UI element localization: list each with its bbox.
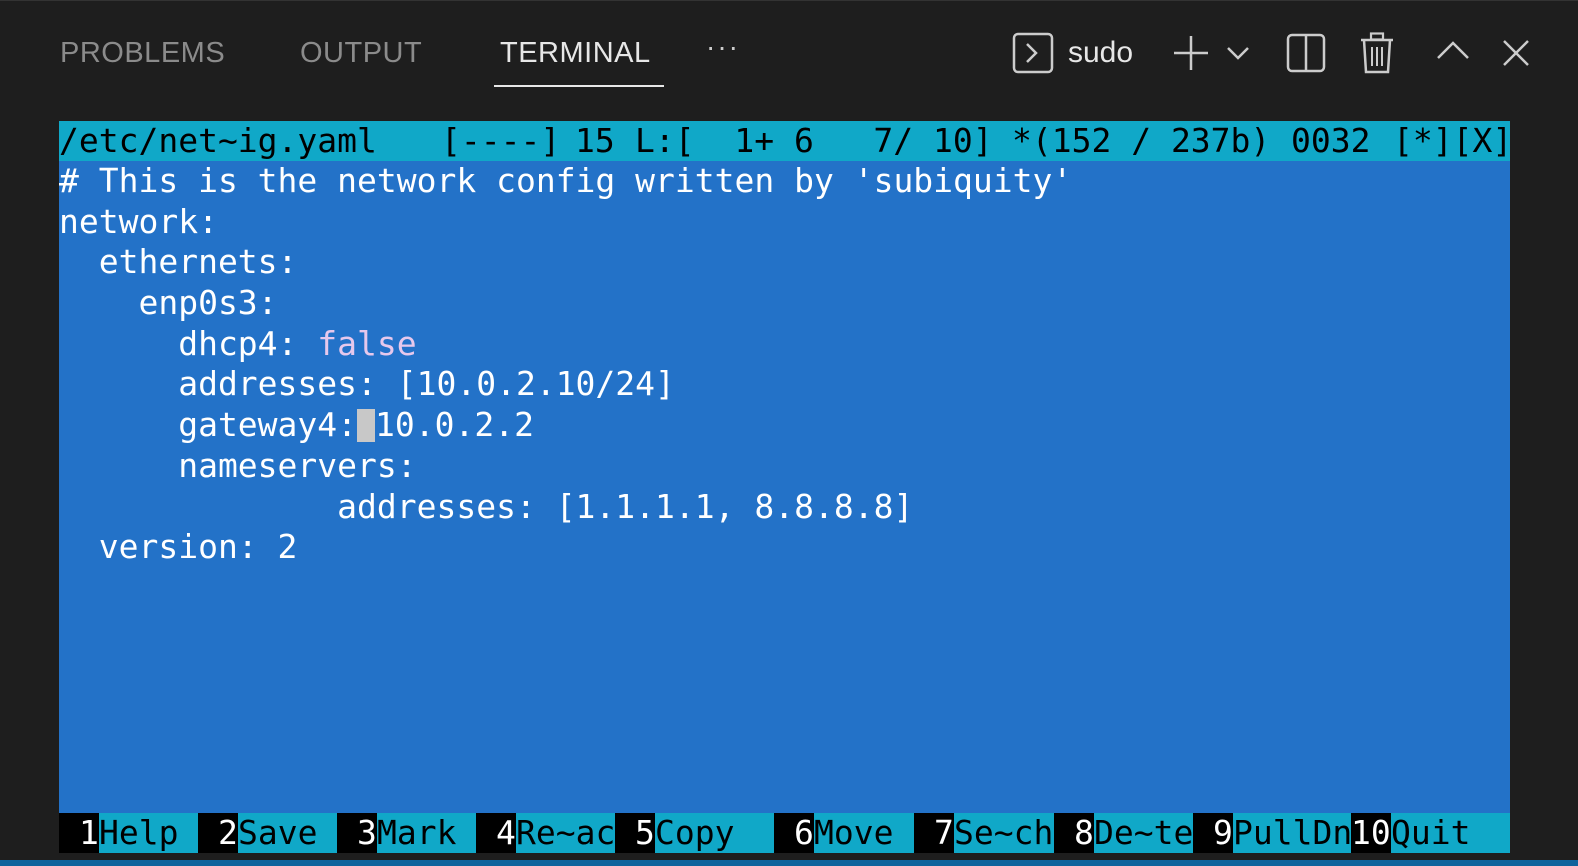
text-cursor <box>357 409 376 443</box>
code-line: version: 2 <box>59 527 298 567</box>
status-file-name: /etc/net~ig.yaml <box>59 121 377 160</box>
status-flags: [----] <box>441 121 561 160</box>
code-line: ethernets: <box>59 242 298 282</box>
active-tab-indicator <box>494 85 664 87</box>
terminal-view[interactable]: /etc/net~ig.yaml [----] 15 L:[ 1+ 6 7/ 1… <box>59 121 1510 853</box>
code-line: dhcp4: false <box>59 323 417 363</box>
status-line-info: L:[ 1+ 6 7/ 10] <box>635 121 993 160</box>
tab-output[interactable]: OUTPUT <box>300 34 422 72</box>
fkey-replace[interactable]: 4Re~ac <box>476 813 615 853</box>
tab-problems[interactable]: PROBLEMS <box>60 34 225 72</box>
fkey-pulldown[interactable]: 9PullDn <box>1193 813 1352 853</box>
status-char-code: 0032 <box>1291 121 1371 160</box>
chevron-up-icon[interactable] <box>1436 39 1470 61</box>
fkey-quit[interactable]: 10Quit <box>1351 813 1470 853</box>
fkey-search[interactable]: 7Se~ch <box>914 813 1053 853</box>
fkey-delete[interactable]: 8De~te <box>1054 813 1193 853</box>
code-line: # This is the network config written by … <box>59 161 1073 200</box>
code-line: network: <box>59 201 218 241</box>
tab-terminal[interactable]: TERMINAL <box>500 34 651 72</box>
fkey-mark[interactable]: 3Mark <box>337 813 456 853</box>
more-actions-icon[interactable]: ··· <box>706 31 740 63</box>
fkey-help[interactable]: 1Help <box>59 813 178 853</box>
code-line: addresses: [1.1.1.1, 8.8.8.8] <box>59 486 914 526</box>
code-line: addresses: [10.0.2.10/24] <box>59 364 675 404</box>
trash-icon[interactable] <box>1360 32 1394 74</box>
close-icon[interactable] <box>1502 39 1530 67</box>
terminal-icon[interactable] <box>1012 32 1054 74</box>
code-line: enp0s3: <box>59 283 278 323</box>
editor-text[interactable]: # This is the network config written by … <box>59 161 1510 568</box>
fkey-save[interactable]: 2Save <box>198 813 317 853</box>
code-line: nameservers: <box>59 445 417 485</box>
boolean-value: false <box>317 323 417 363</box>
plus-icon[interactable] <box>1172 34 1210 72</box>
terminal-panel: PROBLEMS OUTPUT TERMINAL ··· sudo /etc/n… <box>0 0 1578 866</box>
code-line: gateway4: 10.0.2.2 <box>59 405 534 445</box>
status-column: 15 <box>575 121 615 160</box>
status-modified: [*][X] <box>1393 121 1510 160</box>
chevron-down-icon[interactable] <box>1226 45 1250 61</box>
status-bytes: *(152 / 237b) <box>1012 121 1271 160</box>
function-key-bar: 1Help 2Save 3Mark 4Re~ac 5Copy 6Move 7Se… <box>59 813 1510 853</box>
panel-bottom-border <box>0 860 1578 866</box>
fkey-move[interactable]: 6Move <box>774 813 893 853</box>
split-icon[interactable] <box>1286 33 1326 73</box>
terminal-name[interactable]: sudo <box>1068 34 1133 72</box>
editor-status-bar: /etc/net~ig.yaml [----] 15 L:[ 1+ 6 7/ 1… <box>59 121 1510 161</box>
fkey-copy[interactable]: 5Copy <box>615 813 734 853</box>
